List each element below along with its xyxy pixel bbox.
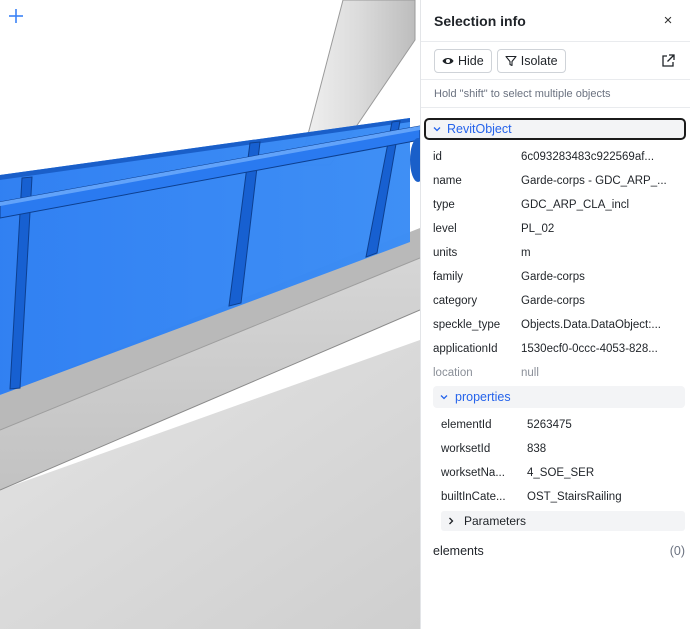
field-value: Garde-corps (521, 295, 585, 307)
field-value: m (521, 247, 531, 259)
elements-row[interactable]: elements (0) (433, 541, 685, 561)
field-key: applicationId (433, 343, 498, 355)
field-key: location (433, 367, 473, 379)
field-value: GDC_ARP_CLA_incl (521, 199, 630, 211)
parameters-group[interactable]: Parameters (441, 511, 685, 531)
elements-count: (0) (669, 544, 685, 558)
close-button[interactable]: × (658, 11, 678, 31)
panel-title: Selection info (434, 12, 526, 29)
field-value: Garde-corps (521, 271, 585, 283)
object-name: RevitObject (447, 122, 512, 136)
field-key: name (433, 175, 462, 187)
isolate-label: Isolate (520, 53, 558, 68)
field-key: category (433, 295, 478, 307)
field-row: type GDC_ARP_CLA_incl (433, 193, 683, 217)
railing-scene (0, 0, 420, 629)
panel-toolbar: Hide Isolate (421, 42, 690, 80)
multi-select-hint: Hold "shift" to select multiple objects (421, 80, 690, 108)
hide-label: Hide (458, 53, 484, 68)
property-row: builtInCate... OST_StairsRailing (441, 485, 681, 509)
field-value: null (521, 367, 539, 379)
elements-label: elements (433, 544, 484, 558)
field-key: level (433, 223, 457, 235)
field-value: PL_02 (521, 223, 555, 235)
field-row: speckle_type Objects.Data.DataObject:... (433, 313, 683, 337)
property-key: builtInCate... (441, 491, 506, 503)
field-key: units (433, 247, 458, 259)
property-row: worksetNa... 4_SOE_SER (441, 461, 681, 485)
parameters-label: Parameters (464, 514, 527, 528)
open-external-icon[interactable] (660, 53, 676, 69)
field-row: name Garde-corps - GDC_ARP_... (433, 169, 683, 193)
panel-header: Selection info × (421, 0, 690, 42)
chevron-down-icon (440, 395, 448, 400)
field-key: id (433, 151, 442, 163)
object-header[interactable]: RevitObject (424, 118, 686, 140)
hide-button[interactable]: Hide (434, 48, 492, 73)
chevron-down-icon (433, 127, 441, 132)
property-key: worksetNa... (441, 467, 505, 479)
add-section-icon[interactable] (0, 0, 32, 32)
property-key: worksetId (441, 443, 491, 455)
field-row: applicationId 1530ecf0-0ccc-4053-828... (433, 337, 683, 361)
property-value: 838 (527, 443, 547, 455)
field-key: family (433, 271, 464, 283)
property-row: elementId 5263475 (441, 413, 681, 437)
isolate-button[interactable]: Isolate (496, 48, 566, 73)
property-row: worksetId 838 (441, 437, 681, 461)
property-value: 4_SOE_SER (527, 467, 595, 479)
properties-header[interactable]: properties (433, 386, 685, 408)
property-value: 5263475 (527, 419, 572, 431)
field-row: family Garde-corps (433, 265, 683, 289)
chevron-right-icon (449, 517, 454, 525)
property-key: elementId (441, 419, 492, 431)
properties-label: properties (455, 390, 511, 404)
field-row: level PL_02 (433, 217, 683, 241)
field-row: units m (433, 241, 683, 265)
field-value: Garde-corps - GDC_ARP_... (521, 175, 667, 187)
field-row: location null (433, 361, 683, 385)
field-key: type (433, 199, 455, 211)
field-row: category Garde-corps (433, 289, 683, 313)
field-value: 6c093283483c922569af... (521, 151, 655, 163)
field-value: Objects.Data.DataObject:... (521, 319, 661, 331)
property-value: OST_StairsRailing (527, 491, 622, 503)
field-row: id 6c093283483c922569af... (433, 145, 683, 169)
eye-icon (442, 57, 454, 64)
filter-icon (505, 55, 517, 66)
field-key: speckle_type (433, 319, 501, 331)
3d-viewport[interactable] (0, 0, 420, 629)
field-value: 1530ecf0-0ccc-4053-828... (521, 343, 658, 355)
